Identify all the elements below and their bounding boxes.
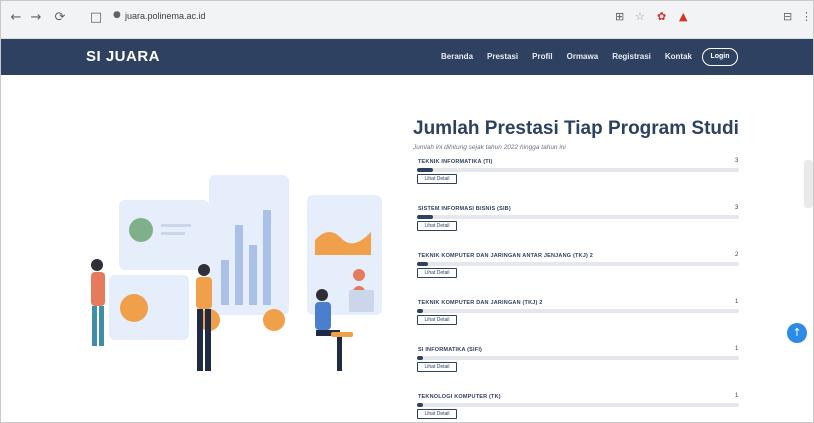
program-list: TEKNIK INFORMATIKA (TI) 3 Lihat Detail S… <box>413 155 743 422</box>
detail-button[interactable]: Lihat Detail <box>417 221 457 231</box>
apps-icon[interactable]: ⊞ <box>615 10 624 24</box>
scroll-to-top-button[interactable]: ↑ <box>787 323 807 343</box>
site-navbar: SI JUARA Beranda Prestasi Profil Ormawa … <box>1 39 813 75</box>
program-name: TEKNOLOGI KOMPUTER (TK) <box>418 394 501 400</box>
program-count: 3 <box>735 205 739 211</box>
menu-item-kontak[interactable]: Kontak <box>665 52 692 61</box>
detail-button[interactable]: Lihat Detail <box>417 174 457 184</box>
menu-item-profil[interactable]: Profil <box>532 52 552 61</box>
url-text[interactable]: juara.polinema.ac.id <box>125 11 206 21</box>
detail-button[interactable]: Lihat Detail <box>417 409 457 419</box>
person-left <box>91 259 105 346</box>
program-name: TEKNIK KOMPUTER DAN JARINGAN (TKJ) 2 <box>418 300 543 306</box>
extension-icon[interactable]: ✿ <box>657 10 666 24</box>
warning-icon[interactable]: ▲ <box>679 10 687 24</box>
progress-fill <box>417 356 424 360</box>
browser-window: ← → ⟳ □ ● juara.polinema.ac.id ⊞ ☆ ✿ ▲ ⊟… <box>0 0 814 423</box>
back-icon[interactable]: ← <box>9 11 23 25</box>
program-name: SI INFORMATIKA (SIFI) <box>418 347 483 353</box>
main-content: Jumlah Prestasi Tiap Program Studi Jumla… <box>1 75 813 422</box>
browser-toolbar: ← → ⟳ □ ● juara.polinema.ac.id ⊞ ☆ ✿ ▲ ⊟… <box>1 1 813 39</box>
donut-chart-shape <box>120 294 148 322</box>
program-count: 2 <box>735 252 739 258</box>
analytics-illustration <box>91 175 382 371</box>
progress-fill <box>417 403 424 407</box>
program-row: TEKNIK INFORMATIKA (TI) 3 Lihat Detail <box>413 155 743 198</box>
program-count: 3 <box>735 158 739 164</box>
program-row: TEKNOLOGI KOMPUTER (TK) 1 Lihat Detail <box>413 390 743 422</box>
program-count: 1 <box>735 299 739 305</box>
menu-icon[interactable]: ⋮ <box>801 10 812 24</box>
program-count: 1 <box>735 346 739 352</box>
panel-title: Jumlah Prestasi Tiap Program Studi <box>413 118 739 139</box>
progress-fill <box>417 215 434 219</box>
program-stats-panel: Jumlah Prestasi Tiap Program Studi Jumla… <box>413 118 743 422</box>
program-name: TEKNIK INFORMATIKA (TI) <box>418 159 493 165</box>
program-row: SI INFORMATIKA (SIFI) 1 Lihat Detail <box>413 343 743 386</box>
menu-item-ormawa[interactable]: Ormawa <box>567 52 599 61</box>
detail-button[interactable]: Lihat Detail <box>417 362 457 372</box>
progress-track <box>417 403 739 407</box>
program-count: 1 <box>735 393 739 399</box>
progress-track <box>417 168 739 172</box>
program-row: TEKNIK KOMPUTER DAN JARINGAN (TKJ) 2 1 L… <box>413 296 743 339</box>
detail-button[interactable]: Lihat Detail <box>417 315 457 325</box>
progress-fill <box>417 262 429 266</box>
menu-item-prestasi[interactable]: Prestasi <box>487 52 518 61</box>
menu-item-registrasi[interactable]: Registrasi <box>612 52 651 61</box>
detail-button[interactable]: Lihat Detail <box>417 268 457 278</box>
page-info-icon[interactable]: □ <box>89 11 103 25</box>
progress-track <box>417 262 739 266</box>
main-menu: Beranda Prestasi Profil Ormawa Registras… <box>441 52 692 61</box>
reload-icon[interactable]: ⟳ <box>53 11 67 25</box>
progress-fill <box>417 309 424 313</box>
program-row: TEKNIK KOMPUTER DAN JARINGAN ANTAR JENJA… <box>413 249 743 292</box>
progress-track <box>417 309 739 313</box>
site-brand[interactable]: SI JUARA <box>86 48 160 65</box>
progress-track <box>417 215 739 219</box>
forward-icon[interactable]: → <box>29 11 43 25</box>
program-name: SISTEM INFORMASI BISNIS (SIB) <box>418 206 511 212</box>
lock-icon: ● <box>113 10 121 20</box>
progress-track <box>417 356 739 360</box>
login-button[interactable]: Login <box>702 48 738 66</box>
tab-search-icon[interactable]: ⊟ <box>783 10 792 24</box>
bookmark-icon[interactable]: ☆ <box>635 10 645 24</box>
menu-item-beranda[interactable]: Beranda <box>441 52 473 61</box>
pie-chart-shape <box>129 218 153 242</box>
panel-subtitle: Jumlah ini dihitung sejak tahun 2022 hin… <box>413 144 566 151</box>
program-row: SISTEM INFORMASI BISNIS (SIB) 3 Lihat De… <box>413 202 743 245</box>
progress-fill <box>417 168 434 172</box>
program-name: TEKNIK KOMPUTER DAN JARINGAN ANTAR JENJA… <box>418 253 594 259</box>
scrollbar-thumb[interactable] <box>804 160 813 208</box>
address-bar[interactable]: ● juara.polinema.ac.id <box>113 8 223 26</box>
